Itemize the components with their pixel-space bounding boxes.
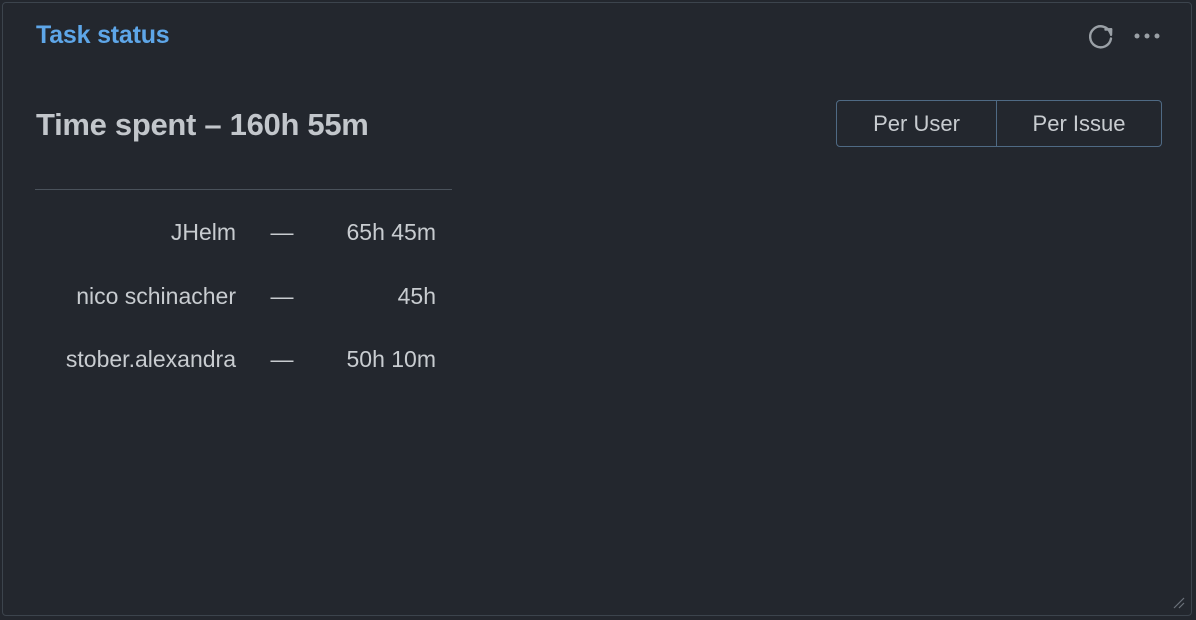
list-item: nico schinacher — 45h bbox=[35, 265, 455, 329]
widget-title[interactable]: Task status bbox=[36, 21, 170, 50]
user-name: stober.alexandra bbox=[65, 346, 236, 373]
separator: — bbox=[270, 282, 294, 309]
time-spent-heading: Time spent – 160h 55m bbox=[36, 107, 369, 142]
time-value: 65h 45m bbox=[346, 219, 436, 246]
list-item: stober.alexandra — 50h 10m bbox=[35, 328, 455, 392]
per-user-button[interactable]: Per User bbox=[837, 101, 997, 146]
time-value: 50h 10m bbox=[346, 346, 436, 373]
per-issue-button[interactable]: Per Issue bbox=[997, 101, 1161, 146]
time-spent-list: JHelm — 65h 45m nico schinacher — 45h st… bbox=[35, 201, 455, 392]
refresh-icon[interactable] bbox=[1085, 20, 1117, 52]
divider bbox=[35, 189, 452, 190]
view-toggle-group: Per User Per Issue bbox=[836, 100, 1162, 147]
user-name: JHelm bbox=[170, 219, 236, 246]
more-horizontal-icon[interactable] bbox=[1131, 20, 1163, 52]
separator: — bbox=[270, 219, 294, 246]
user-name: nico schinacher bbox=[76, 282, 236, 309]
widget-header-actions bbox=[1085, 20, 1163, 52]
resize-handle-icon[interactable] bbox=[1171, 595, 1185, 609]
list-item: JHelm — 65h 45m bbox=[35, 201, 455, 265]
separator: — bbox=[270, 346, 294, 373]
task-status-widget: Task status Time spent – 160h 55m Per Us… bbox=[2, 2, 1192, 616]
time-value: 45h bbox=[397, 282, 436, 309]
